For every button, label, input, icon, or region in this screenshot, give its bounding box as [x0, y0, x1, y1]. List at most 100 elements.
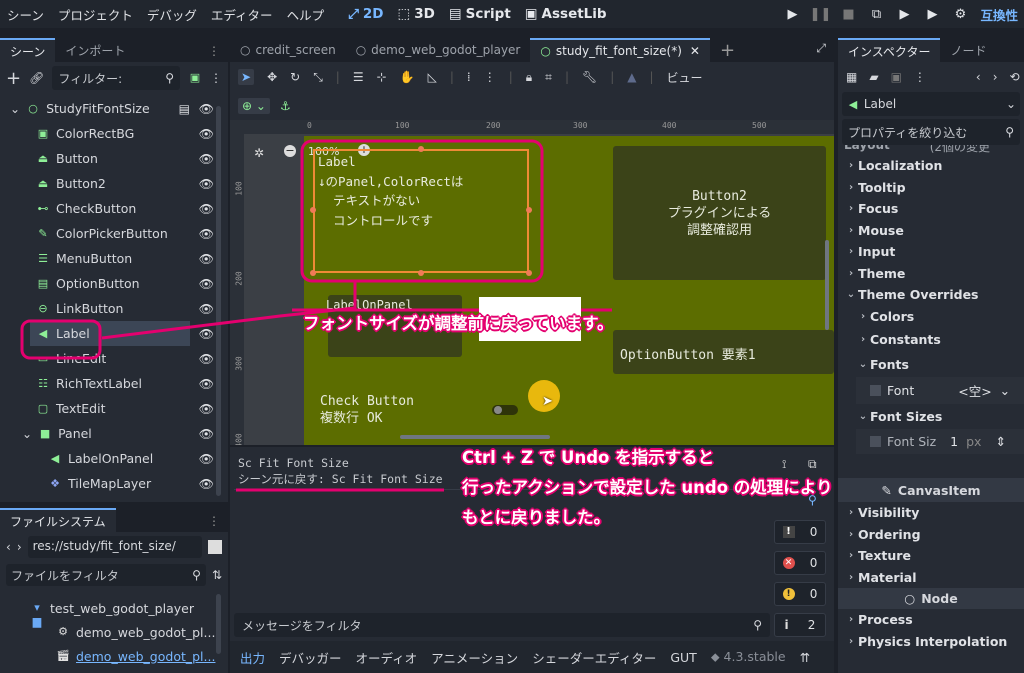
resize-handle[interactable] — [418, 270, 424, 276]
inspector-section[interactable]: › Localization — [844, 155, 1024, 177]
select-tool-icon[interactable]: ➤ — [238, 69, 255, 85]
menu-scene[interactable]: シーン — [0, 5, 51, 24]
inspector-section[interactable]: › Input — [844, 241, 1024, 263]
scene-node-row[interactable]: ▢ TextEdit 👁︎ — [0, 396, 228, 421]
tab-output[interactable]: 出力 — [240, 648, 265, 667]
scene-filter-input[interactable]: フィルター: ⚲ — [52, 66, 180, 90]
visibility-icon[interactable]: 👁︎ — [199, 177, 214, 191]
open-icon[interactable]: ▰ — [869, 70, 878, 84]
dock-menu-icon[interactable]: ⋮ — [200, 44, 228, 62]
add-tab-icon[interactable]: + — [710, 38, 745, 62]
visibility-icon[interactable]: 👁︎ — [199, 377, 214, 391]
history-forward-icon[interactable]: › — [993, 70, 998, 84]
visibility-icon[interactable]: 👁︎ — [199, 352, 214, 366]
scene-menu-icon[interactable]: ⋮ — [210, 71, 222, 85]
workspace-script[interactable]: ▤ Script — [442, 6, 518, 22]
tab-filesystem[interactable]: ファイルシステム — [0, 508, 116, 532]
warning-count[interactable]: ! 0 — [774, 582, 826, 606]
add-node-icon[interactable]: + — [6, 68, 21, 89]
close-icon[interactable]: ✕ — [690, 44, 700, 58]
sort-icon[interactable]: ⇅ — [212, 568, 222, 582]
canvasitem-header[interactable]: ✎ CanvasItem — [838, 478, 1024, 502]
history-icon[interactable]: ⟲ — [1010, 70, 1020, 84]
inspector-section[interactable]: › Visibility — [844, 502, 1024, 524]
tab-animation[interactable]: アニメーション — [431, 648, 518, 667]
canvas-viewport[interactable]: 0 100 200 300 400 500 100 200 300 400 ✲ … — [230, 120, 834, 445]
override-checkbox[interactable] — [870, 436, 881, 447]
play-custom-icon[interactable]: ▶ — [918, 7, 946, 22]
scene-node-row[interactable]: ✎ ColorPickerButton 👁︎ — [0, 221, 228, 246]
scene-tab-study[interactable]: ○ study_fit_font_size(*) ✕ — [530, 38, 710, 62]
scene-tab-credit[interactable]: ○ credit_screen — [230, 38, 346, 62]
font-property[interactable]: Font <空> ⌄ — [856, 377, 1024, 404]
view-menu[interactable]: ビュー — [667, 69, 703, 86]
play-icon[interactable]: ▶ — [778, 7, 806, 22]
save-icon[interactable]: ▣ — [891, 70, 902, 84]
font-size-property[interactable]: Font Siz 1 px ⇕ — [856, 429, 1024, 454]
scene-node-row[interactable]: ▭ LineEdit 👁︎ — [0, 346, 228, 371]
group-icon[interactable]: ⌗ — [545, 70, 552, 85]
override-checkbox[interactable] — [870, 385, 881, 396]
panel-toggle-icon[interactable]: ⇈ — [800, 650, 810, 665]
inspector-section[interactable]: ⌄ Theme Overrides — [844, 284, 1024, 306]
lock-icon[interactable]: 🔒︎ — [526, 70, 532, 85]
resize-handle[interactable] — [310, 207, 316, 213]
tab-scene[interactable]: シーン — [0, 38, 56, 62]
movie-icon[interactable]: ⚙ — [946, 7, 974, 22]
visibility-icon[interactable]: 👁︎ — [199, 452, 214, 466]
info-count[interactable]: i2 — [774, 613, 826, 637]
tab-shader-editor[interactable]: シェーダーエディター — [532, 648, 656, 667]
pivot-icon[interactable]: ⊹ — [377, 70, 387, 84]
scene-tab-demo[interactable]: ○ demo_web_godot_player — [346, 38, 531, 62]
section-font-sizes[interactable]: ⌄ Font Sizes — [856, 404, 1024, 429]
scene-node-row[interactable]: ◀ LabelOnPanel 👁︎ — [0, 446, 228, 471]
visibility-icon[interactable]: 👁︎ — [199, 427, 214, 441]
node-selector[interactable]: ◀ Label ⌄ — [842, 92, 1020, 116]
resize-handle[interactable] — [526, 270, 532, 276]
resize-handle[interactable] — [418, 146, 424, 152]
file-filter-input[interactable]: ファイルをフィルタ ⚲ — [6, 564, 206, 586]
tab-debugger[interactable]: デバッガー — [279, 648, 342, 667]
file-row[interactable]: 🎬︎ demo_web_godot_pl... — [0, 644, 228, 668]
property-filter-input[interactable]: プロパティを絞り込む ⚲ — [842, 119, 1020, 145]
message-filter-input[interactable]: メッセージをフィルタ ⚲ — [234, 613, 770, 637]
menu-project[interactable]: プロジェクト — [51, 5, 140, 24]
inspector-section[interactable]: › Tooltip — [844, 177, 1024, 199]
scene-node-row[interactable]: ⊷ CheckButton 👁︎ — [0, 196, 228, 221]
fs-menu-icon[interactable]: ⋮ — [200, 514, 228, 532]
visibility-icon[interactable]: 👁︎ — [199, 202, 214, 216]
spinner-icon[interactable]: ⇕ — [995, 434, 1005, 449]
tab-audio[interactable]: オーディオ — [356, 648, 418, 667]
inspector-section[interactable]: › Physics Interpolation — [844, 631, 1024, 653]
menu-debug[interactable]: デバッグ — [140, 5, 204, 24]
scene-node-row[interactable]: ▤ OptionButton 👁︎ — [0, 271, 228, 296]
file-row[interactable]: ⚙ demo_web_godot_pl... — [0, 620, 228, 644]
tab-gut[interactable]: GUT — [670, 650, 696, 665]
menu-editor[interactable]: エディター — [204, 5, 280, 24]
distraction-free-icon[interactable]: ⤢ — [808, 41, 834, 62]
scene-node-row[interactable]: ⌄ ■ Panel 👁︎ — [0, 421, 228, 446]
visibility-icon[interactable]: 👁︎ — [199, 327, 214, 341]
bone-icon[interactable]: 🔧︎ — [582, 70, 597, 84]
visibility-icon[interactable]: 👁︎ — [199, 127, 214, 141]
list-select-icon[interactable]: ☰ — [353, 70, 364, 84]
v-scrollbar[interactable] — [825, 240, 829, 330]
scene-node-row[interactable]: ❖ TileMapLayer 👁︎ — [0, 471, 228, 496]
visibility-icon[interactable]: 👁︎ — [199, 252, 214, 266]
split-mode-icon[interactable] — [208, 540, 222, 554]
section-constants[interactable]: › Constants — [856, 327, 1024, 352]
path-field[interactable]: res://study/fit_font_size/ — [27, 536, 202, 558]
container-sizing-icon[interactable]: ⊕ ⌄ — [238, 98, 270, 114]
errors-count[interactable]: ✕ 0 — [774, 551, 826, 575]
move-tool-icon[interactable]: ✥ — [267, 70, 277, 84]
visibility-icon[interactable]: 👁︎ — [199, 402, 214, 416]
rotate-tool-icon[interactable]: ↻ — [290, 70, 300, 84]
inspector-menu-icon[interactable]: ⋮ — [914, 70, 926, 84]
snap-menu-icon[interactable]: ⋮ — [484, 70, 496, 84]
link-icon[interactable]: 🔗︎ — [29, 71, 44, 85]
zoom-out-icon[interactable]: − — [284, 145, 296, 157]
history-back-icon[interactable]: ‹ — [976, 70, 981, 84]
camera-icon[interactable]: ▲ — [627, 70, 636, 84]
scene-node-row[interactable]: ⌄ ○ StudyFitFontSize ▤ 👁︎ — [0, 96, 228, 121]
chevron-down-icon[interactable]: ⌄ — [22, 427, 32, 441]
